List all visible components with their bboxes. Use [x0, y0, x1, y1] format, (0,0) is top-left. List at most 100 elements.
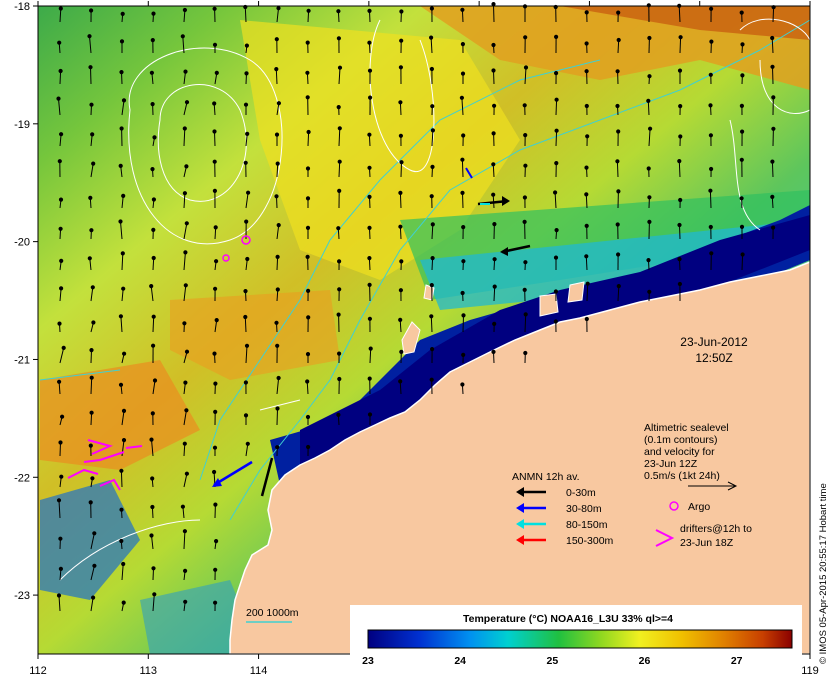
velocity-arrow-head [677, 257, 682, 262]
velocity-arrow-head [182, 191, 187, 196]
velocity-arrow-head [305, 70, 310, 75]
colorbar-gradient [367, 629, 793, 649]
velocity-arrow-head [276, 6, 281, 11]
velocity-arrow-head [121, 438, 127, 443]
velocity-arrow-head [647, 219, 652, 224]
velocity-arrow-head [585, 281, 590, 286]
velocity-arrow-head [91, 595, 96, 600]
velocity-arrow-head [274, 132, 280, 137]
velocity-arrow-head [121, 193, 126, 198]
velocity-arrow-head [429, 283, 434, 288]
velocity-arrow-head [121, 600, 126, 605]
velocity-arrow-head [367, 40, 372, 45]
velocity-arrow-head [151, 343, 156, 348]
velocity-arrow-head [182, 126, 187, 131]
velocity-arrow-head [274, 320, 279, 325]
time-label: 12:50Z [695, 351, 732, 365]
velocity-arrow-head [183, 250, 188, 255]
velocity-arrow-head [461, 259, 466, 264]
velocity-arrow-head [150, 411, 155, 416]
velocity-arrow-head [491, 68, 496, 73]
velocity-arrow [400, 162, 402, 178]
velocity-arrow-head [306, 444, 311, 450]
velocity-arrow-head [151, 11, 156, 16]
velocity-arrow-head [151, 566, 156, 571]
velocity-arrow-head [368, 346, 373, 351]
velocity-arrow-head [276, 101, 281, 106]
velocity-arrow-head [151, 314, 156, 319]
velocity-arrow-head [770, 35, 775, 41]
velocity-arrow-head [523, 65, 529, 70]
velocity-arrow-head [584, 192, 589, 197]
velocity-arrow-head [491, 2, 496, 7]
velocity-arrow-head [523, 350, 528, 356]
velocity-arrow [741, 254, 744, 271]
velocity-arrow-head [119, 468, 124, 473]
velocity-arrow-head [183, 380, 188, 385]
velocity-arrow [555, 130, 558, 147]
velocity-arrow-head [430, 256, 435, 261]
velocity-arrow-head [57, 40, 62, 45]
velocity-arrow-head [90, 476, 95, 481]
velocity-arrow-head [367, 282, 372, 287]
velocity-arrow-head [461, 133, 466, 138]
velocity-arrow-head [337, 188, 342, 193]
velocity-arrow-head [460, 42, 465, 47]
velocity-arrow-head [88, 195, 93, 200]
velocity-arrow-head [398, 133, 403, 138]
svg-text:0-30m: 0-30m [566, 487, 596, 499]
velocity-arrow [462, 192, 464, 209]
velocity-arrow-head [120, 251, 125, 256]
velocity-arrow-head [121, 98, 127, 103]
velocity-arrow-head [245, 131, 250, 136]
velocity-arrow [338, 161, 341, 178]
velocity-arrow-head [522, 219, 527, 224]
velocity-arrow-head [709, 166, 714, 172]
velocity-arrow-head [584, 254, 589, 259]
velocity-arrow-head [646, 98, 651, 104]
velocity-arrow-head [554, 34, 559, 40]
velocity-arrow-head [244, 219, 249, 224]
velocity-arrow-head [89, 348, 94, 353]
svg-text:drifters@12h to: drifters@12h to [680, 523, 752, 535]
velocity-arrow-head [648, 126, 653, 131]
svg-text:Temperature (°C) NOAA16_L3U 33: Temperature (°C) NOAA16_L3U 33% ql>=4 [463, 613, 673, 625]
velocity-arrow-head [150, 476, 155, 481]
velocity-arrow-head [739, 157, 744, 162]
velocity-arrow [647, 100, 650, 116]
velocity-arrow [524, 314, 527, 333]
velocity-arrow-head [523, 312, 528, 317]
velocity-arrow-head [213, 502, 218, 507]
velocity-arrow-head [243, 314, 248, 320]
velocity-arrow-head [184, 100, 190, 105]
velocity-arrow-head [616, 37, 621, 43]
velocity-arrow-head [56, 593, 62, 598]
velocity-arrow [709, 190, 712, 209]
velocity-arrow [120, 470, 123, 488]
velocity-arrow-head [89, 228, 94, 233]
velocity-arrow-head [57, 379, 62, 384]
velocity-arrow-head [615, 222, 620, 227]
velocity-arrow-head [305, 414, 311, 420]
velocity-arrow-head [491, 42, 496, 48]
island [423, 284, 435, 301]
velocity-arrow-head [150, 167, 155, 172]
velocity-arrow-head [274, 67, 279, 72]
velocity-arrow-head [121, 408, 127, 413]
velocity-arrow-head [213, 600, 218, 605]
velocity-arrow-head [708, 103, 713, 108]
velocity-arrow-head [523, 260, 528, 265]
velocity-arrow-head [150, 504, 155, 510]
lon-tick-label: 114 [250, 665, 268, 677]
velocity-arrow-head [739, 196, 744, 201]
colorbar-tick-label: 25 [547, 655, 559, 667]
velocity-arrow-head [183, 69, 188, 74]
velocity-arrow-head [212, 351, 217, 356]
lon-tick-label: 113 [140, 665, 158, 677]
velocity-arrow [461, 159, 464, 178]
velocity-arrow-head [58, 226, 63, 231]
velocity-arrow [90, 377, 93, 395]
velocity-arrow-head [616, 252, 621, 257]
velocity-arrow-head [180, 34, 185, 39]
velocity-arrow-head [399, 38, 404, 43]
